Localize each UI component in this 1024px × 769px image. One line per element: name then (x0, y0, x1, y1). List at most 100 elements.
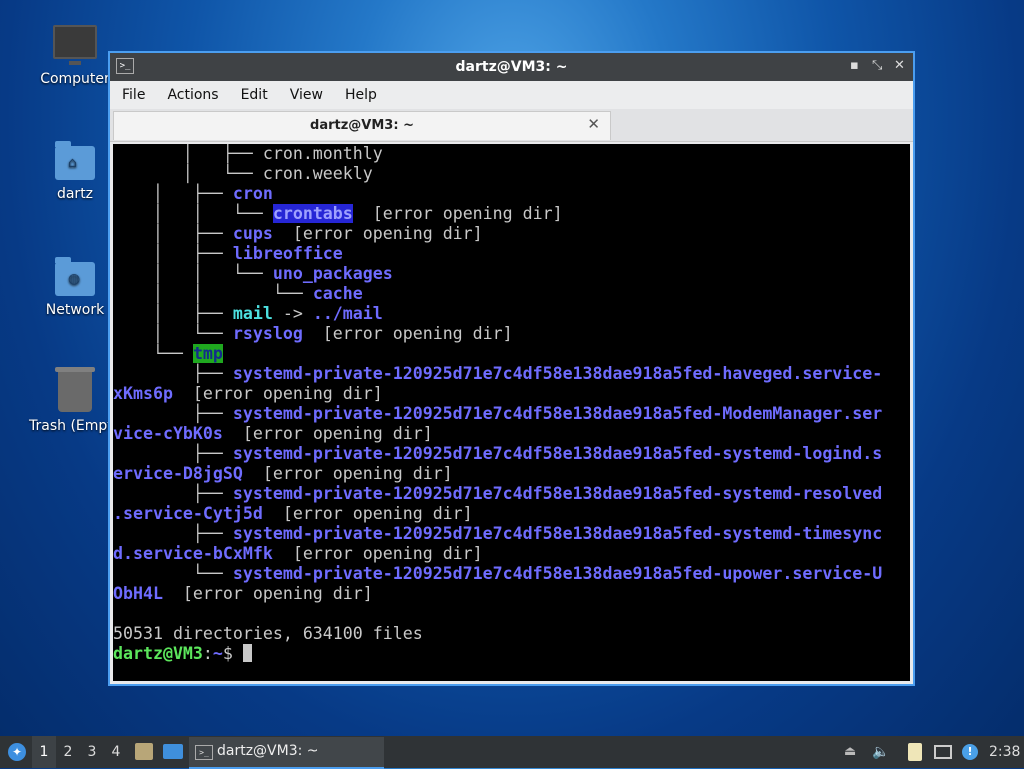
tree-entry: systemd-private-120925d71e7c4df58e138dae… (232, 484, 883, 503)
terminal-line: │ ├── cron.monthly (113, 144, 383, 163)
tree-entry: crontabs (272, 204, 353, 223)
terminal-line: ├── systemd-private-120925d71e7c4df58e13… (113, 364, 882, 383)
tree-entry: tmp (192, 344, 223, 363)
tree-branch: │ │ └── (113, 204, 273, 223)
terminal-line: xKms6p [error opening dir] (113, 384, 383, 403)
tree-branch: ├── (113, 524, 233, 543)
tree-entry: systemd-private-120925d71e7c4df58e138dae… (232, 444, 883, 463)
tree-entry: cups (232, 224, 273, 243)
terminal-line: .service-Cytj5d [error opening dir] (113, 504, 473, 523)
maximize-button[interactable]: ⤡ (872, 58, 882, 73)
tree-entry: systemd-private-120925d71e7c4df58e138dae… (232, 364, 883, 383)
tree-entry: ../mail (312, 304, 383, 323)
terminal-line: └── systemd-private-120925d71e7c4df58e13… (113, 564, 882, 583)
clock[interactable]: 2:38 (989, 736, 1020, 768)
tree-branch: │ ├── (113, 144, 263, 163)
prompt-path: ~ (212, 644, 223, 663)
tree-entry: .service-Cytj5d (113, 504, 263, 523)
terminal-line: │ │ └── cache (113, 284, 363, 303)
tree-entry: ervice-D8jgSQ (113, 464, 243, 483)
menu-help[interactable]: Help (345, 87, 377, 103)
tree-entry: ObH4L (113, 584, 163, 603)
tree-branch: │ ├── (113, 304, 233, 323)
window-titlebar[interactable]: >_ dartz@VM3: ~ ▪ ⤡ ✕ (110, 53, 913, 81)
tree-entry: vice-cYbK0s (113, 424, 223, 443)
workspace-4[interactable]: 4 (104, 736, 128, 768)
tree-text: [error opening dir] (162, 584, 373, 603)
terminal-text: │ ├── cron.monthly │ └── cron.weekly │ ├… (113, 144, 910, 664)
tree-entry: systemd-private-120925d71e7c4df58e138dae… (232, 524, 883, 543)
file-manager-icon[interactable] (135, 743, 153, 760)
tree-branch: └── (113, 344, 193, 363)
network-icon[interactable] (934, 745, 952, 759)
tree-entry: systemd-private-120925d71e7c4df58e138dae… (232, 564, 883, 583)
terminal-window[interactable]: >_ dartz@VM3: ~ ▪ ⤡ ✕ File Actions Edit … (110, 53, 913, 684)
workspace-3[interactable]: 3 (80, 736, 104, 768)
minimize-button[interactable]: ▪ (850, 58, 859, 73)
terminal-line: │ ├── cups [error opening dir] (113, 224, 483, 243)
terminal-line: │ ├── mail -> ../mail (113, 304, 383, 323)
tree-text: [error opening dir] (302, 324, 513, 343)
tree-text: cron.weekly (262, 164, 373, 183)
workspace-1[interactable]: 1 (32, 736, 56, 768)
tree-entry: d.service-bCxMfk (113, 544, 273, 563)
tree-branch: │ │ └── (113, 264, 273, 283)
tree-branch: │ └── (113, 164, 263, 183)
volume-icon[interactable]: 🔈 (872, 744, 889, 760)
start-menu-icon: ✦ (8, 743, 26, 761)
terminal-line: │ │ └── uno_packages (113, 264, 393, 283)
tree-branch: ├── (113, 484, 233, 503)
tree-text: 50531 directories, 634100 files (113, 624, 423, 643)
tree-text: [error opening dir] (352, 204, 563, 223)
show-desktop-icon[interactable] (163, 744, 183, 759)
clipboard-icon[interactable] (908, 743, 922, 761)
eject-icon[interactable]: ⏏ (844, 744, 860, 760)
taskbar: ✦ 1 2 3 4 >_ dartz@VM3: ~ ⏏ 🔈 ! 2:38 (0, 736, 1024, 769)
terminal-line: │ ├── libreoffice (113, 244, 343, 263)
update-icon[interactable]: ! (962, 744, 978, 760)
terminal-output[interactable]: │ ├── cron.monthly │ └── cron.weekly │ ├… (113, 144, 910, 681)
network-folder-icon: ◍ (55, 257, 95, 296)
window-title: dartz@VM3: ~ (455, 59, 568, 75)
trash-icon (55, 367, 95, 412)
prompt-user-host: dartz@VM3 (113, 644, 203, 663)
terminal-line: │ └── cron.weekly (113, 164, 373, 183)
menu-edit[interactable]: Edit (241, 87, 268, 103)
taskbar-task-terminal[interactable]: >_ dartz@VM3: ~ (189, 737, 384, 769)
tab-bar: dartz@VM3: ~ ✕ (110, 109, 913, 142)
tree-branch: │ └── (113, 324, 233, 343)
tree-text: [error opening dir] (262, 504, 473, 523)
tree-text: [error opening dir] (242, 464, 453, 483)
terminal-line: d.service-bCxMfk [error opening dir] (113, 544, 483, 563)
tree-entry: systemd-private-120925d71e7c4df58e138dae… (232, 404, 883, 423)
terminal-line: ObH4L [error opening dir] (113, 584, 373, 603)
tree-branch: └── (113, 564, 233, 583)
tree-text: [error opening dir] (272, 544, 483, 563)
tree-branch: ├── (113, 364, 233, 383)
tree-entry: cache (312, 284, 363, 303)
menu-view[interactable]: View (290, 87, 323, 103)
tab-close-icon[interactable]: ✕ (587, 115, 600, 133)
start-menu-button[interactable]: ✦ (4, 736, 30, 768)
terminal-line: ├── systemd-private-120925d71e7c4df58e13… (113, 524, 882, 543)
terminal-line: ├── systemd-private-120925d71e7c4df58e13… (113, 404, 882, 423)
terminal-line: ├── systemd-private-120925d71e7c4df58e13… (113, 444, 882, 463)
menu-actions[interactable]: Actions (167, 87, 218, 103)
menu-bar: File Actions Edit View Help (110, 81, 913, 109)
tree-entry: xKms6p (113, 384, 173, 403)
tab-label: dartz@VM3: ~ (310, 118, 414, 133)
terminal-line: │ │ └── crontabs [error opening dir] (113, 204, 563, 223)
tree-text: -> (272, 304, 313, 323)
terminal-cursor (242, 644, 252, 662)
menu-file[interactable]: File (122, 87, 145, 103)
tree-branch: │ ├── (113, 224, 233, 243)
terminal-icon: >_ (195, 745, 213, 760)
computer-icon (53, 25, 97, 65)
tree-entry: mail (232, 304, 273, 323)
workspace-2[interactable]: 2 (56, 736, 80, 768)
close-button[interactable]: ✕ (894, 58, 905, 73)
tree-branch: │ ├── (113, 184, 233, 203)
tree-branch: │ ├── (113, 244, 233, 263)
tab-terminal[interactable]: dartz@VM3: ~ ✕ (113, 111, 611, 140)
shell-prompt[interactable]: dartz@VM3:~$ (113, 644, 252, 663)
